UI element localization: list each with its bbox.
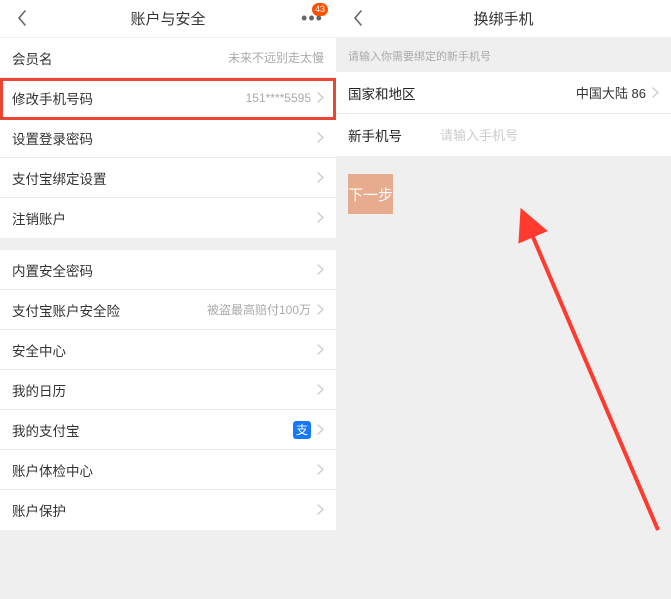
back-button-left[interactable] [6, 0, 38, 37]
chevron-right-icon [317, 462, 324, 478]
row-right [317, 382, 324, 398]
chevron-right-icon [317, 90, 324, 106]
settings-row[interactable]: 支付宝账户安全险 被盗最高赔付100万 [0, 290, 336, 330]
settings-row[interactable]: 我的日历 [0, 370, 336, 410]
country-row[interactable]: 国家和地区 中国大陆 86 [336, 72, 671, 114]
row-right [317, 170, 324, 186]
notification-badge: 43 [312, 3, 328, 16]
more-button[interactable]: ••• 43 [296, 0, 328, 37]
chevron-left-icon [353, 6, 363, 32]
row-label: 会员名 [12, 48, 53, 68]
row-right [317, 462, 324, 478]
row-right [317, 262, 324, 278]
chevron-right-icon [317, 262, 324, 278]
chevron-right-icon [317, 302, 324, 318]
row-label: 设置登录密码 [12, 128, 93, 148]
country-value: 中国大陆 86 [440, 83, 646, 102]
row-right [317, 210, 324, 226]
chevron-left-icon [17, 6, 27, 32]
chevron-right-icon [317, 422, 324, 438]
chevron-right-icon [317, 210, 324, 226]
chevron-right-icon [317, 502, 324, 518]
row-label: 我的日历 [12, 380, 66, 400]
settings-row[interactable]: 内置安全密码 [0, 250, 336, 290]
phone-input[interactable] [440, 128, 659, 143]
row-label: 注销账户 [12, 208, 66, 228]
chevron-right-icon [652, 85, 659, 101]
settings-row: 会员名 未来不远别走太慢 [0, 38, 336, 78]
left-header: 账户与安全 ••• 43 [0, 0, 336, 38]
hint-text: 请输入你需要绑定的新手机号 [336, 38, 671, 72]
group-divider [0, 238, 336, 250]
settings-row[interactable]: 注销账户 [0, 198, 336, 238]
settings-row[interactable]: 安全中心 [0, 330, 336, 370]
row-right: 支 [293, 421, 324, 439]
row-label: 账户保护 [12, 500, 66, 520]
row-right: 被盗最高赔付100万 [207, 301, 324, 318]
country-label: 国家和地区 [348, 83, 440, 103]
chevron-right-icon [317, 130, 324, 146]
row-label: 修改手机号码 [12, 88, 93, 108]
row-label: 安全中心 [12, 340, 66, 360]
alipay-icon: 支 [293, 421, 311, 439]
settings-list: 会员名 未来不远别走太慢修改手机号码 151****5595 设置登录密码支付宝绑定设… [0, 38, 336, 530]
settings-row[interactable]: 账户体检中心 [0, 450, 336, 490]
row-right [317, 130, 324, 146]
settings-row[interactable]: 修改手机号码 151****5595 [0, 78, 336, 118]
phone-row: 新手机号 [336, 114, 671, 156]
account-security-pane: 账户与安全 ••• 43 会员名 未来不远别走太慢修改手机号码 151****559… [0, 0, 336, 599]
next-button[interactable]: 下一步 [348, 174, 393, 214]
row-right: 未来不远别走太慢 [228, 49, 324, 66]
next-button-label: 下一步 [348, 184, 393, 205]
row-label: 支付宝绑定设置 [12, 168, 107, 188]
row-label: 内置安全密码 [12, 260, 93, 280]
back-button-right[interactable] [342, 0, 374, 37]
row-meta: 未来不远别走太慢 [228, 49, 324, 66]
chevron-right-icon [317, 382, 324, 398]
chevron-right-icon [317, 342, 324, 358]
row-meta: 151****5595 [246, 91, 311, 105]
phone-label: 新手机号 [348, 125, 440, 145]
settings-row[interactable]: 账户保护 [0, 490, 336, 530]
chevron-right-icon [317, 170, 324, 186]
row-meta: 被盗最高赔付100万 [207, 301, 311, 318]
rebind-phone-pane: 换绑手机 请输入你需要绑定的新手机号 国家和地区 中国大陆 86 新手机号 下一… [336, 0, 671, 599]
row-right [317, 502, 324, 518]
row-label: 我的支付宝 [12, 420, 80, 440]
settings-row[interactable]: 支付宝绑定设置 [0, 158, 336, 198]
right-title: 换绑手机 [473, 8, 533, 29]
settings-row[interactable]: 我的支付宝 支 [0, 410, 336, 450]
row-right [317, 342, 324, 358]
left-title: 账户与安全 [130, 8, 205, 29]
right-header: 换绑手机 [336, 0, 671, 38]
row-right: 151****5595 [246, 90, 324, 106]
row-label: 账户体检中心 [12, 460, 93, 480]
row-label: 支付宝账户安全险 [12, 300, 120, 320]
settings-row[interactable]: 设置登录密码 [0, 118, 336, 158]
